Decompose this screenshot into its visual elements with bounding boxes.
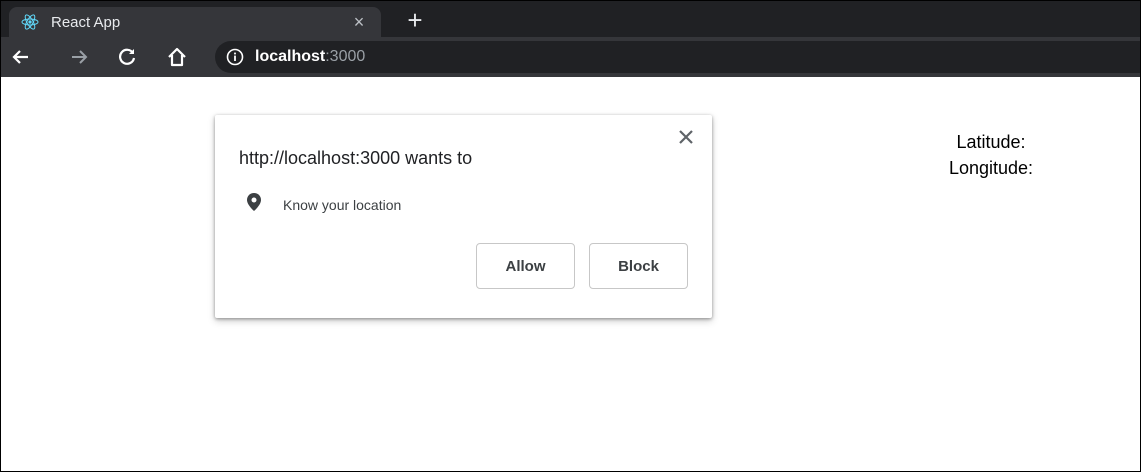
reload-icon: [119, 48, 136, 65]
popup-title: http://localhost:3000 wants to: [239, 148, 473, 168]
tab-close-icon[interactable]: ×: [349, 12, 369, 33]
address-bar[interactable]: localhost:3000: [215, 41, 1140, 73]
new-tab-button[interactable]: +: [403, 7, 427, 33]
back-button[interactable]: [9, 45, 33, 69]
home-icon: [168, 47, 186, 67]
url-host: localhost: [255, 48, 326, 65]
close-icon[interactable]: [676, 127, 696, 147]
latitude-label: Latitude:: [956, 132, 1026, 152]
home-button[interactable]: [165, 45, 189, 69]
block-button[interactable]: Block: [589, 243, 688, 289]
longitude-label: Longitude:: [948, 158, 1034, 178]
browser-toolbar: localhost:3000: [1, 37, 1140, 77]
location-pin-icon: [247, 193, 261, 216]
arrow-right-icon: [72, 50, 88, 64]
permission-row: Know your location: [247, 193, 401, 216]
react-icon: [21, 13, 39, 31]
url-text: localhost:3000: [255, 48, 365, 66]
reload-button[interactable]: [115, 45, 139, 69]
tab-title: React App: [51, 13, 121, 31]
info-icon[interactable]: [219, 41, 251, 73]
allow-button[interactable]: Allow: [476, 243, 575, 289]
permission-text: Know your location: [283, 196, 402, 213]
browser-window: React App × + localhost:3000 Latitude: L…: [0, 0, 1141, 472]
url-port: :3000: [325, 48, 366, 65]
geolocation-readout: Latitude: Longitude:: [901, 129, 1081, 181]
forward-button[interactable]: [67, 45, 91, 69]
tab-react-app[interactable]: React App ×: [9, 7, 381, 37]
tab-strip: React App × +: [1, 1, 1140, 37]
arrow-left-icon: [12, 50, 28, 64]
location-permission-popup: http://localhost:3000 wants to Know your…: [215, 115, 712, 318]
